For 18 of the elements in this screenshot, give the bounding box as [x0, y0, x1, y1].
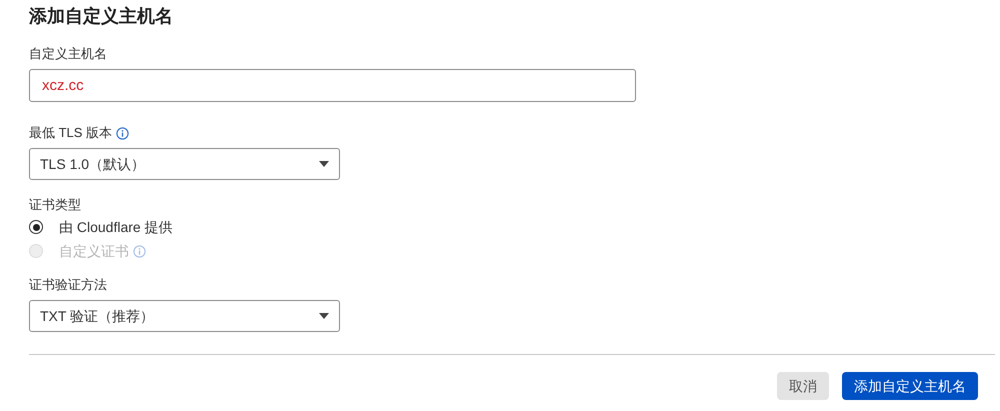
dropdown[interactable]: TXT 验证（推荐）: [29, 300, 340, 332]
info-icon[interactable]: [116, 126, 130, 140]
dropdown-value: TXT 验证（推荐）: [40, 306, 154, 326]
caret-icon: [319, 161, 329, 167]
field-label: 自定义主机名: [29, 45, 108, 63]
radio-label: 由 Cloudflare 提供: [59, 218, 173, 236]
hostname-input[interactable]: xcz.cc: [29, 69, 636, 102]
dropdown[interactable]: TLS 1.0（默认）: [29, 148, 340, 180]
dropdown-value: TLS 1.0（默认）: [40, 154, 146, 174]
radio-button[interactable]: [29, 220, 43, 234]
field-label: 最低 TLS 版本: [29, 124, 112, 142]
field-label: 证书验证方法: [29, 276, 108, 294]
add-hostname-button[interactable]: 添加自定义主机名: [842, 372, 978, 400]
radio-label: 自定义证书: [59, 242, 129, 260]
field-label: 证书类型: [29, 196, 82, 214]
caret-icon: [319, 313, 329, 319]
page-title: 添加自定义主机名: [29, 5, 174, 28]
cancel-button[interactable]: 取消: [777, 372, 829, 400]
